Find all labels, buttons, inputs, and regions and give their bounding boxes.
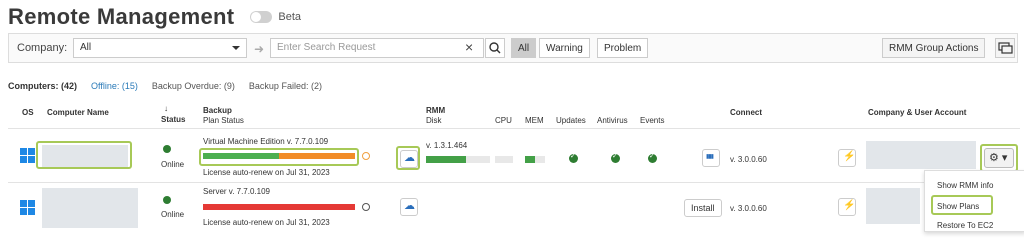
windows-icon xyxy=(20,200,35,215)
company-user-redacted xyxy=(866,188,920,224)
filter-problem-button[interactable]: Problem xyxy=(597,38,649,58)
clock-icon xyxy=(362,203,370,211)
rmm-version: v. 1.3.1.464 xyxy=(426,141,468,150)
counter-backup-overdue[interactable]: Backup Overdue: (9) xyxy=(152,81,235,91)
sort-arrow-icon[interactable]: ↓ xyxy=(164,104,168,114)
backup-edition[interactable]: Server v. 7.7.0.109 xyxy=(203,187,270,196)
row-divider xyxy=(8,182,1020,183)
col-plan-status: Plan Status xyxy=(203,116,244,125)
disk-usage-bar xyxy=(426,156,490,163)
search-placeholder: Enter Search Request xyxy=(277,42,376,53)
counter-offline[interactable]: Offline: (15) xyxy=(91,81,138,91)
status-ok-icon xyxy=(163,196,171,204)
search-button[interactable] xyxy=(485,38,505,58)
highlight-box xyxy=(36,141,132,169)
search-icon xyxy=(489,42,501,54)
row-actions-menu: Show RMM info Show Plans Restore To EC2 xyxy=(924,170,1024,232)
counter-computers[interactable]: Computers: (42) xyxy=(8,81,77,91)
company-label: Company: xyxy=(17,42,68,54)
windows-icon xyxy=(20,148,35,163)
status-text: Online xyxy=(161,210,185,219)
remote-desktop-button[interactable] xyxy=(995,38,1015,58)
beta-label: Beta xyxy=(278,11,302,23)
cpu-usage-bar xyxy=(495,156,513,163)
col-mem: MEM xyxy=(525,116,544,125)
filter-all-button[interactable]: All xyxy=(511,38,537,58)
connect-version: v. 3.0.0.60 xyxy=(730,204,767,213)
col-updates: Updates xyxy=(556,116,586,125)
backup-edition[interactable]: Virtual Machine Edition v. 7.7.0.109 xyxy=(203,137,328,146)
antivirus-ok-icon xyxy=(611,152,620,163)
rmm-group-actions-button[interactable]: RMM Group Actions xyxy=(882,38,986,58)
highlight-box xyxy=(199,148,359,166)
connect-version: v. 3.0.0.60 xyxy=(730,155,767,164)
company-select[interactable]: All xyxy=(73,38,247,58)
highlight-box xyxy=(980,144,1018,172)
col-status[interactable]: Status xyxy=(161,115,185,125)
col-rmm: RMM xyxy=(426,106,446,115)
events-ok-icon xyxy=(648,152,657,163)
monitor-icon xyxy=(998,42,1013,54)
highlight-box xyxy=(931,195,993,215)
status-ok-icon xyxy=(163,145,171,153)
chart-icon[interactable] xyxy=(702,149,720,167)
close-icon[interactable]: × xyxy=(465,39,473,55)
license-text: License auto-renew on Jul 31, 2023 xyxy=(203,218,330,227)
counters-bar: Computers: (42) Offline: (15) Backup Ove… xyxy=(8,81,322,91)
filter-warning-button[interactable]: Warning xyxy=(539,38,590,58)
computer-name-redacted[interactable] xyxy=(42,188,138,228)
col-computer-name[interactable]: Computer Name xyxy=(47,108,109,118)
chevron-down-icon xyxy=(232,46,240,50)
col-antivirus: Antivirus xyxy=(597,116,628,125)
backup-progress-failed xyxy=(203,204,355,210)
menu-item-show-rmm-info[interactable]: Show RMM info xyxy=(937,181,993,190)
filter-bar: Company: All ➜ Enter Search Request × Al… xyxy=(8,33,1018,63)
col-cpu: CPU xyxy=(495,116,512,125)
col-events: Events xyxy=(640,116,665,125)
clock-icon xyxy=(362,152,370,160)
page-header: Remote Management Beta xyxy=(8,2,301,32)
arrow-right-icon: ➜ xyxy=(254,42,265,56)
backup-now-button[interactable] xyxy=(400,198,418,216)
highlight-box xyxy=(396,146,420,170)
col-os: OS xyxy=(22,108,34,117)
install-rmm-button[interactable]: Install xyxy=(684,199,722,217)
col-disk: Disk xyxy=(426,116,442,125)
mem-usage-bar xyxy=(525,156,545,163)
beta-toggle[interactable] xyxy=(250,11,273,23)
page-title: Remote Management xyxy=(8,4,235,29)
col-connect: Connect xyxy=(730,108,762,117)
search-input[interactable]: Enter Search Request xyxy=(270,38,484,58)
col-backup: Backup xyxy=(203,106,232,115)
connect-button[interactable] xyxy=(838,149,856,167)
status-text: Online xyxy=(161,160,185,169)
license-text: License auto-renew on Jul 31, 2023 xyxy=(203,168,330,177)
header-divider xyxy=(8,128,1020,129)
company-select-value: All xyxy=(80,42,92,53)
company-user-redacted xyxy=(866,141,976,169)
menu-item-restore-to-ec2[interactable]: Restore To EC2 xyxy=(937,221,993,230)
connect-button[interactable] xyxy=(838,198,856,216)
counter-backup-failed[interactable]: Backup Failed: (2) xyxy=(249,81,322,91)
updates-ok-icon xyxy=(569,152,578,163)
col-company-user: Company & User Account xyxy=(868,108,967,117)
